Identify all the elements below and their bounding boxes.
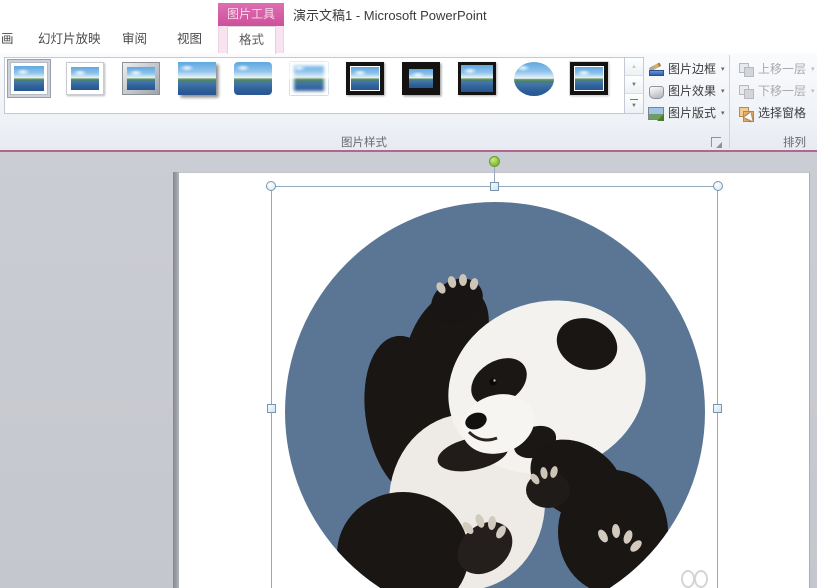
tab-animations-partial[interactable]: 画 bbox=[1, 25, 14, 53]
tab-view[interactable]: 视图 bbox=[177, 25, 202, 53]
landscape-thumbnail bbox=[290, 62, 328, 95]
landscape-thumbnail bbox=[14, 66, 44, 91]
bring-forward-button[interactable]: 上移一层 ▾ bbox=[736, 58, 817, 79]
watermark-oval bbox=[694, 570, 708, 588]
chevron-down-icon: ▾ bbox=[721, 109, 725, 117]
picture-border-label: 图片边框 bbox=[668, 62, 717, 76]
chevron-down-icon: ▾ bbox=[811, 65, 815, 73]
landscape-thumbnail bbox=[178, 62, 216, 95]
group-separator bbox=[729, 55, 730, 148]
picture-styles-group-label: 图片样式 bbox=[341, 137, 387, 149]
gallery-scrollbar: ▲ ▼ ▼ bbox=[624, 58, 643, 113]
cursor-arrow-icon bbox=[744, 111, 756, 124]
tab-format[interactable]: 格式 bbox=[227, 26, 276, 54]
send-backward-button[interactable]: 下移一层 ▾ bbox=[736, 80, 817, 101]
window-title: 演示文稿1 - Microsoft PowerPoint bbox=[293, 8, 487, 23]
picture-style-gallery: ▲ ▼ ▼ bbox=[4, 57, 644, 114]
picture-border-icon bbox=[648, 61, 664, 77]
selection-pane-label: 选择窗格 bbox=[758, 106, 807, 120]
picture-effects-label: 图片效果 bbox=[668, 84, 717, 98]
resize-handle-top-left[interactable] bbox=[266, 181, 276, 191]
dialog-launcher-icon[interactable] bbox=[711, 137, 722, 148]
gallery-style-bevel-oval[interactable] bbox=[514, 62, 554, 96]
picture-layout-label: 图片版式 bbox=[668, 106, 717, 120]
picture-layout-button[interactable]: 图片版式 ▾ bbox=[646, 102, 732, 123]
ribbon: ▲ ▼ ▼ 图片边框 ▾ 图片效果 ▾ 图片版式 ▾ 上移一层 ▾ 下移一层 ▾… bbox=[0, 53, 817, 152]
resize-handle-top-center[interactable] bbox=[490, 182, 499, 191]
gallery-style-simple-black-frame[interactable] bbox=[458, 62, 496, 95]
gallery-style-soft-edge[interactable] bbox=[290, 62, 328, 95]
landscape-thumbnail bbox=[234, 62, 272, 95]
send-backward-label: 下移一层 bbox=[758, 84, 807, 98]
tab-review[interactable]: 审阅 bbox=[122, 25, 147, 53]
chevron-down-icon: ▾ bbox=[811, 87, 815, 95]
landscape-thumbnail bbox=[351, 67, 379, 90]
gallery-style-simple-frame[interactable] bbox=[10, 62, 48, 95]
selection-pane-button[interactable]: 选择窗格 bbox=[736, 102, 817, 124]
landscape-thumbnail bbox=[71, 67, 99, 90]
slide-editor-area[interactable] bbox=[0, 152, 817, 588]
bring-forward-icon bbox=[738, 61, 754, 77]
send-backward-icon bbox=[738, 83, 754, 99]
bring-forward-label: 上移一层 bbox=[758, 62, 807, 76]
selection-pane-icon bbox=[738, 105, 756, 124]
gallery-style-shadow-rect[interactable] bbox=[178, 62, 216, 95]
picture-tools-contextual-header[interactable]: 图片工具 bbox=[218, 3, 284, 26]
gallery-style-thick-black-frame[interactable] bbox=[402, 62, 440, 95]
gallery-style-white-frame[interactable] bbox=[66, 62, 104, 95]
selection-bounding-box bbox=[271, 186, 718, 588]
rotation-handle[interactable] bbox=[489, 156, 500, 167]
landscape-thumbnail bbox=[514, 62, 554, 96]
gallery-more-icon[interactable]: ▼ bbox=[625, 94, 643, 113]
picture-effects-button[interactable]: 图片效果 ▾ bbox=[646, 80, 732, 101]
powerpoint-window: 图片工具 演示文稿1 - Microsoft PowerPoint 画 幻灯片放… bbox=[0, 0, 817, 588]
resize-handle-top-right[interactable] bbox=[713, 181, 723, 191]
gallery-style-double-black-frame[interactable] bbox=[346, 62, 384, 95]
landscape-thumbnail bbox=[461, 65, 493, 92]
resize-handle-middle-right[interactable] bbox=[713, 404, 722, 413]
picture-border-button[interactable]: 图片边框 ▾ bbox=[646, 58, 732, 79]
gallery-scroll-up-icon[interactable]: ▲ bbox=[625, 58, 643, 76]
gallery-style-reflected-rounded[interactable] bbox=[234, 62, 272, 95]
gallery-style-compound-black-frame[interactable] bbox=[570, 62, 608, 95]
resize-handle-middle-left[interactable] bbox=[267, 404, 276, 413]
chevron-down-icon: ▾ bbox=[721, 65, 725, 73]
landscape-thumbnail bbox=[409, 69, 433, 88]
picture-layout-icon bbox=[648, 105, 664, 121]
watermark-oval bbox=[681, 570, 695, 588]
tab-slideshow[interactable]: 幻灯片放映 bbox=[38, 25, 101, 53]
picture-effects-icon bbox=[648, 83, 664, 99]
arrange-group-label: 排列 bbox=[783, 137, 806, 149]
chevron-down-icon: ▾ bbox=[721, 87, 725, 95]
gallery-scroll-down-icon[interactable]: ▼ bbox=[625, 76, 643, 94]
landscape-thumbnail bbox=[127, 67, 155, 90]
gallery-style-metal-frame[interactable] bbox=[122, 62, 160, 95]
landscape-thumbnail bbox=[575, 67, 603, 90]
